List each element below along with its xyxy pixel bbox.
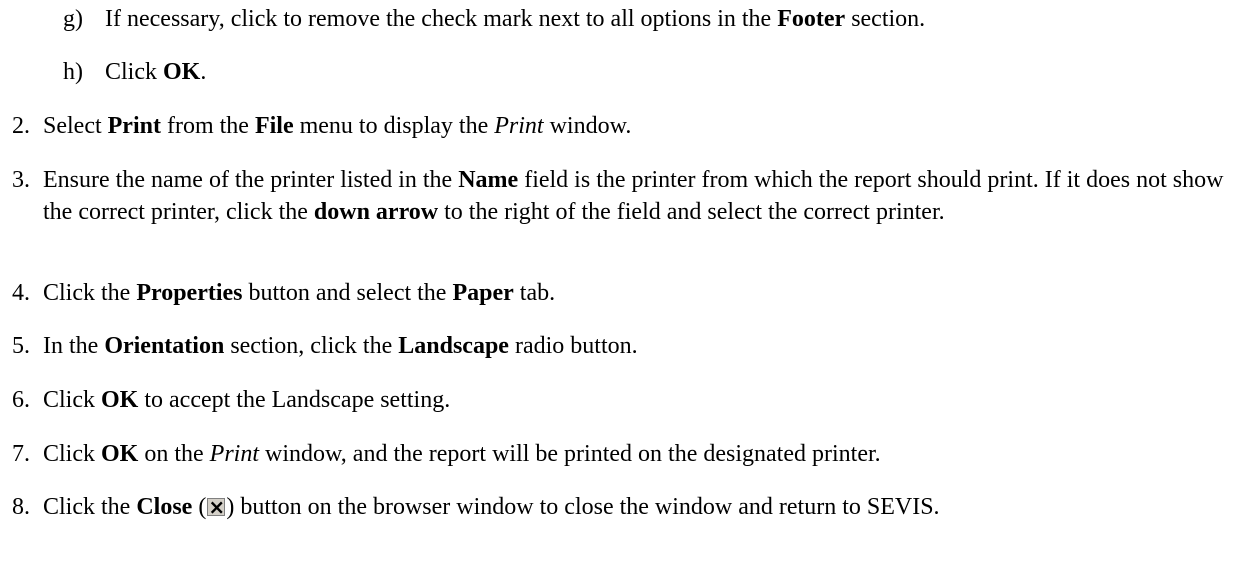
text-run: Click the (43, 280, 137, 306)
step-marker: 6. (12, 387, 30, 413)
text-run: Click (105, 59, 163, 85)
step-marker: 5. (12, 333, 30, 359)
step-text: Click the Properties button and select t… (43, 277, 1249, 309)
text-run: Click (43, 441, 101, 467)
step-marker: 4. (12, 280, 30, 306)
text-run: button and select the (242, 280, 453, 306)
step-marker: g) (63, 6, 83, 32)
bold-term: Print (107, 113, 161, 139)
step-text: Click the Close ( ) button on the browser… (43, 491, 1249, 523)
step-text: Select Print from the File menu to displ… (43, 110, 1249, 142)
step-marker: 2. (12, 113, 30, 139)
bold-term: Paper (452, 280, 514, 306)
step-text: Click OK to accept the Landscape setting… (43, 384, 1249, 416)
text-run: If necessary, click to remove the check … (105, 6, 778, 32)
close-icon (207, 491, 226, 523)
step-text: Click OK on the Print window, and the re… (43, 438, 1249, 470)
step-marker: 7. (12, 441, 30, 467)
text-run: window, and the report will be printed o… (259, 441, 881, 467)
text-run: In the (43, 333, 105, 359)
step-text: Click OK. (105, 56, 1249, 88)
text-run: . (200, 59, 207, 85)
text-run: to the right of the field and select the… (438, 199, 945, 225)
bold-term: Close (136, 494, 193, 520)
bold-term: down arrow (313, 199, 439, 225)
bold-term: OK (101, 441, 139, 467)
text-run: on the (138, 441, 210, 467)
text-run: section. (845, 6, 926, 32)
text-run: Ensure the name of the printer listed in… (43, 167, 459, 193)
bold-term: File (254, 113, 294, 139)
italic-term: Print (494, 113, 544, 139)
step-marker: h) (63, 59, 83, 85)
step-marker: 8. (12, 494, 30, 520)
bold-term: OK (101, 387, 139, 413)
text-run: radio button. (508, 333, 638, 359)
text-run: to accept the Landscape setting. (138, 387, 451, 413)
text-run: Click (43, 387, 101, 413)
text-run: window. (543, 113, 632, 139)
bold-term: OK (163, 59, 201, 85)
bold-term: Properties (136, 280, 243, 306)
step-marker: 3. (12, 167, 30, 193)
bold-term: Footer (777, 6, 846, 32)
italic-term: Print (209, 441, 260, 467)
step-text: In the Orientation section, click the La… (43, 330, 1249, 362)
text-run: menu to display the (293, 113, 495, 139)
text-run: ) button on the browser window to close … (226, 494, 940, 520)
text-run: Click the (43, 494, 137, 520)
bold-term: Orientation (104, 333, 225, 359)
text-run: from the (160, 113, 255, 139)
bold-term: Name (458, 167, 519, 193)
text-run: ( (192, 494, 207, 520)
bold-term: Landscape (398, 333, 509, 359)
text-run: section, click the (224, 333, 399, 359)
step-text: If necessary, click to remove the check … (105, 3, 1249, 35)
text-run: tab. (513, 280, 556, 306)
step-text: Ensure the name of the printer listed in… (43, 164, 1249, 228)
text-run: Select (43, 113, 108, 139)
